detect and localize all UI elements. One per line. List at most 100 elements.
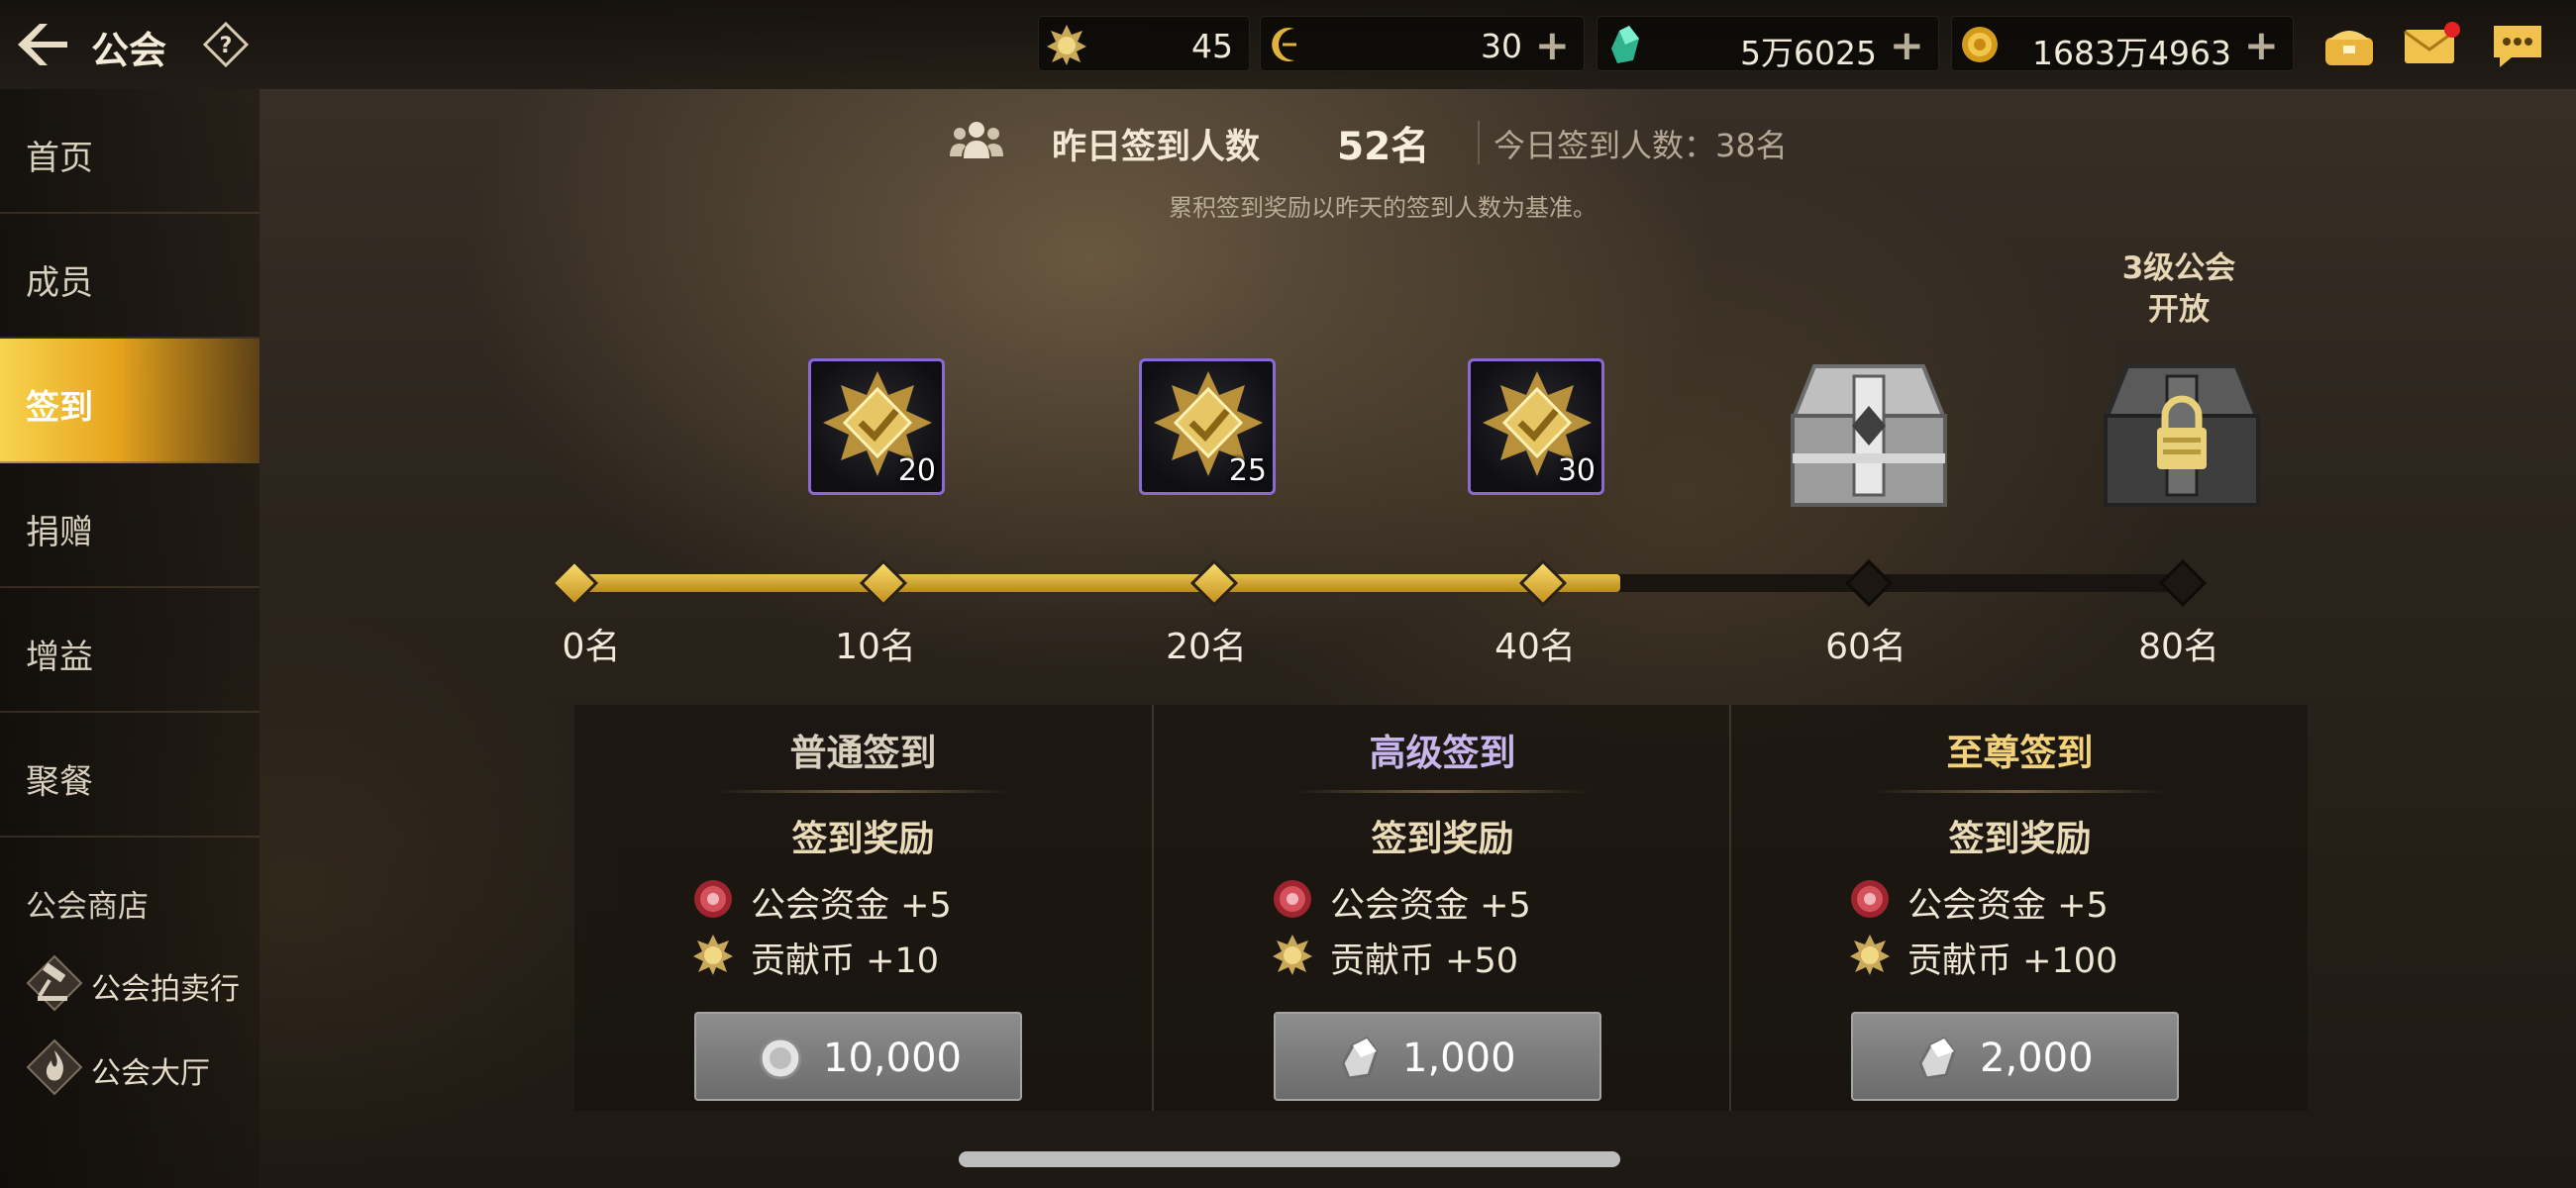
price-label: 2,000 [1980, 1036, 2094, 1081]
sidebar-item-members[interactable]: 成员 [0, 214, 259, 339]
contribution-coin-icon [693, 935, 733, 975]
reward-text: 贡献币 +50 [1330, 941, 1518, 981]
panel-advanced-checkin: 高级签到 签到奖励 公会资金 +5 贡献币 +50 1,000 [1152, 705, 1729, 1111]
reward-text: 贡献币 +100 [1907, 941, 2118, 981]
reward-text: 公会资金 +5 [1330, 886, 1531, 926]
milestone-reward-40[interactable]: 30 [1468, 358, 1604, 495]
today-checkin-count: 今日签到人数：38名 [1494, 127, 1788, 164]
sidebar-item-label: 成员 [26, 263, 93, 303]
sidebar-item-checkin[interactable]: 签到 [0, 339, 259, 463]
currency-gold: 1683万4963 + [1951, 16, 2294, 72]
sidebar-item-buffs[interactable]: 增益 [0, 588, 259, 713]
milestone-marker [1189, 558, 1239, 608]
panel-subtitle: 签到奖励 [1948, 819, 2092, 859]
guild-funds-icon [1851, 880, 1889, 918]
add-currency-button[interactable]: + [2244, 21, 2279, 69]
milestone-reward-10[interactable]: 20 [808, 358, 945, 495]
milestone-label: 20名 [1166, 627, 1247, 667]
locked-chest-label: 3级公会 开放 [2110, 248, 2248, 331]
currency-value: 45 [1191, 27, 1233, 65]
silver-chest-icon[interactable] [1775, 346, 1963, 525]
lock-label-line2: 开放 [2148, 292, 2210, 328]
yesterday-checkin-label: 昨日签到人数 [1052, 128, 1261, 167]
reward-text: 贡献币 +10 [751, 941, 939, 981]
milestone-label: 40名 [1494, 627, 1576, 667]
normal-checkin-button[interactable]: 10,000 [694, 1012, 1022, 1101]
price-label: 10,000 [823, 1036, 962, 1081]
reward-amount: 20 [897, 453, 936, 488]
reward-amount: 30 [1557, 453, 1596, 488]
help-icon[interactable]: ? [202, 21, 250, 68]
guild-funds-icon [1274, 880, 1311, 918]
panel-title: 至尊签到 [1946, 732, 2094, 774]
sidebar-item-label: 首页 [26, 139, 93, 178]
sidebar-item-label: 签到 [26, 388, 93, 428]
reward-amount: 25 [1228, 453, 1267, 488]
sidebar-item-donate[interactable]: 捐赠 [0, 463, 259, 588]
panel-title: 普通签到 [789, 732, 937, 774]
currency-value: 5万6025 [1740, 34, 1877, 72]
contribution-coin-icon [1850, 935, 1890, 975]
panel-normal-checkin: 普通签到 签到奖励 公会资金 +5 贡献币 +10 10,000 [574, 705, 1152, 1111]
supreme-checkin-button[interactable]: 2,000 [1851, 1012, 2179, 1101]
divider [1478, 121, 1480, 164]
checkin-panels: 普通签到 签到奖励 公会资金 +5 贡献币 +10 10,000 高级签到 签到… [574, 705, 2308, 1111]
chest-shop-icon[interactable] [2319, 18, 2379, 73]
panel-subtitle: 签到奖励 [791, 819, 935, 859]
add-currency-button[interactable]: + [1890, 21, 1924, 69]
sidebar: 首页 成员 签到 捐赠 增益 聚餐 公会商店 公会拍卖行 公会大厅 [0, 89, 259, 1188]
guild-hall-flame-icon [26, 1039, 83, 1096]
milestone-marker [1844, 558, 1894, 608]
contribution-coin-icon [1047, 25, 1086, 65]
price-label: 1,000 [1402, 1036, 1516, 1081]
milestone-label: 10名 [835, 627, 916, 667]
milestone-marker [2158, 558, 2208, 608]
locked-chest-icon[interactable] [2088, 346, 2276, 525]
advanced-checkin-button[interactable]: 1,000 [1274, 1012, 1601, 1101]
progress-fill [565, 574, 1620, 592]
currency-value: 1683万4963 [2032, 34, 2231, 72]
contribution-coin-icon [1273, 935, 1312, 975]
milestone-marker [1518, 558, 1568, 608]
currency-value: 30 [1481, 27, 1522, 65]
home-indicator[interactable] [959, 1151, 1620, 1167]
milestone-label: 60名 [1825, 627, 1906, 667]
sidebar-item-label: 聚餐 [26, 762, 93, 802]
milestone-marker [550, 558, 599, 608]
milestone-label: 0名 [562, 627, 621, 667]
back-arrow-icon[interactable] [14, 18, 71, 71]
add-currency-button[interactable]: + [1535, 21, 1570, 69]
checkin-note: 累积签到奖励以昨天的签到人数为基准。 [1169, 194, 1597, 222]
mail-icon[interactable] [2401, 18, 2460, 73]
people-icon [949, 119, 1004, 160]
panel-subtitle: 签到奖励 [1371, 819, 1514, 859]
sidebar-item-hall[interactable]: 公会大厅 [26, 1035, 263, 1098]
page-title: 公会 [91, 29, 167, 72]
chat-icon[interactable] [2488, 18, 2547, 73]
green-crystal-icon [1611, 26, 1639, 63]
panel-title: 高级签到 [1369, 732, 1516, 774]
crescent-coin-icon [1272, 28, 1296, 61]
sidebar-item-auction[interactable]: 公会拍卖行 [26, 950, 263, 1014]
divider [714, 790, 1011, 793]
sidebar-item-feast[interactable]: 聚餐 [0, 713, 259, 838]
crystal-shard-icon [1918, 1037, 1956, 1080]
sidebar-item-home[interactable]: 首页 [0, 89, 259, 214]
lock-label-line1: 3级公会 [2121, 250, 2236, 286]
panel-supreme-checkin: 至尊签到 签到奖励 公会资金 +5 贡献币 +100 2,000 [1729, 705, 2307, 1111]
divider [1293, 790, 1591, 793]
gold-coin-icon [1962, 27, 1998, 62]
currency-contribution: 45 [1038, 16, 1250, 71]
svg-text:?: ? [220, 34, 233, 58]
currency-crystal: 5万6025 + [1597, 16, 1939, 72]
guild-shop-heading: 公会商店 [26, 889, 149, 925]
sidebar-item-label: 公会大厅 [91, 1056, 210, 1091]
milestone-marker [859, 558, 908, 608]
sidebar-item-label: 增益 [26, 638, 93, 677]
yesterday-checkin-count: 52名 [1337, 125, 1430, 169]
auction-gavel-icon [26, 954, 83, 1012]
crystal-shard-icon [1341, 1037, 1379, 1080]
silver-coin-icon [759, 1037, 802, 1080]
milestone-reward-20[interactable]: 25 [1139, 358, 1276, 495]
divider [1871, 790, 2168, 793]
